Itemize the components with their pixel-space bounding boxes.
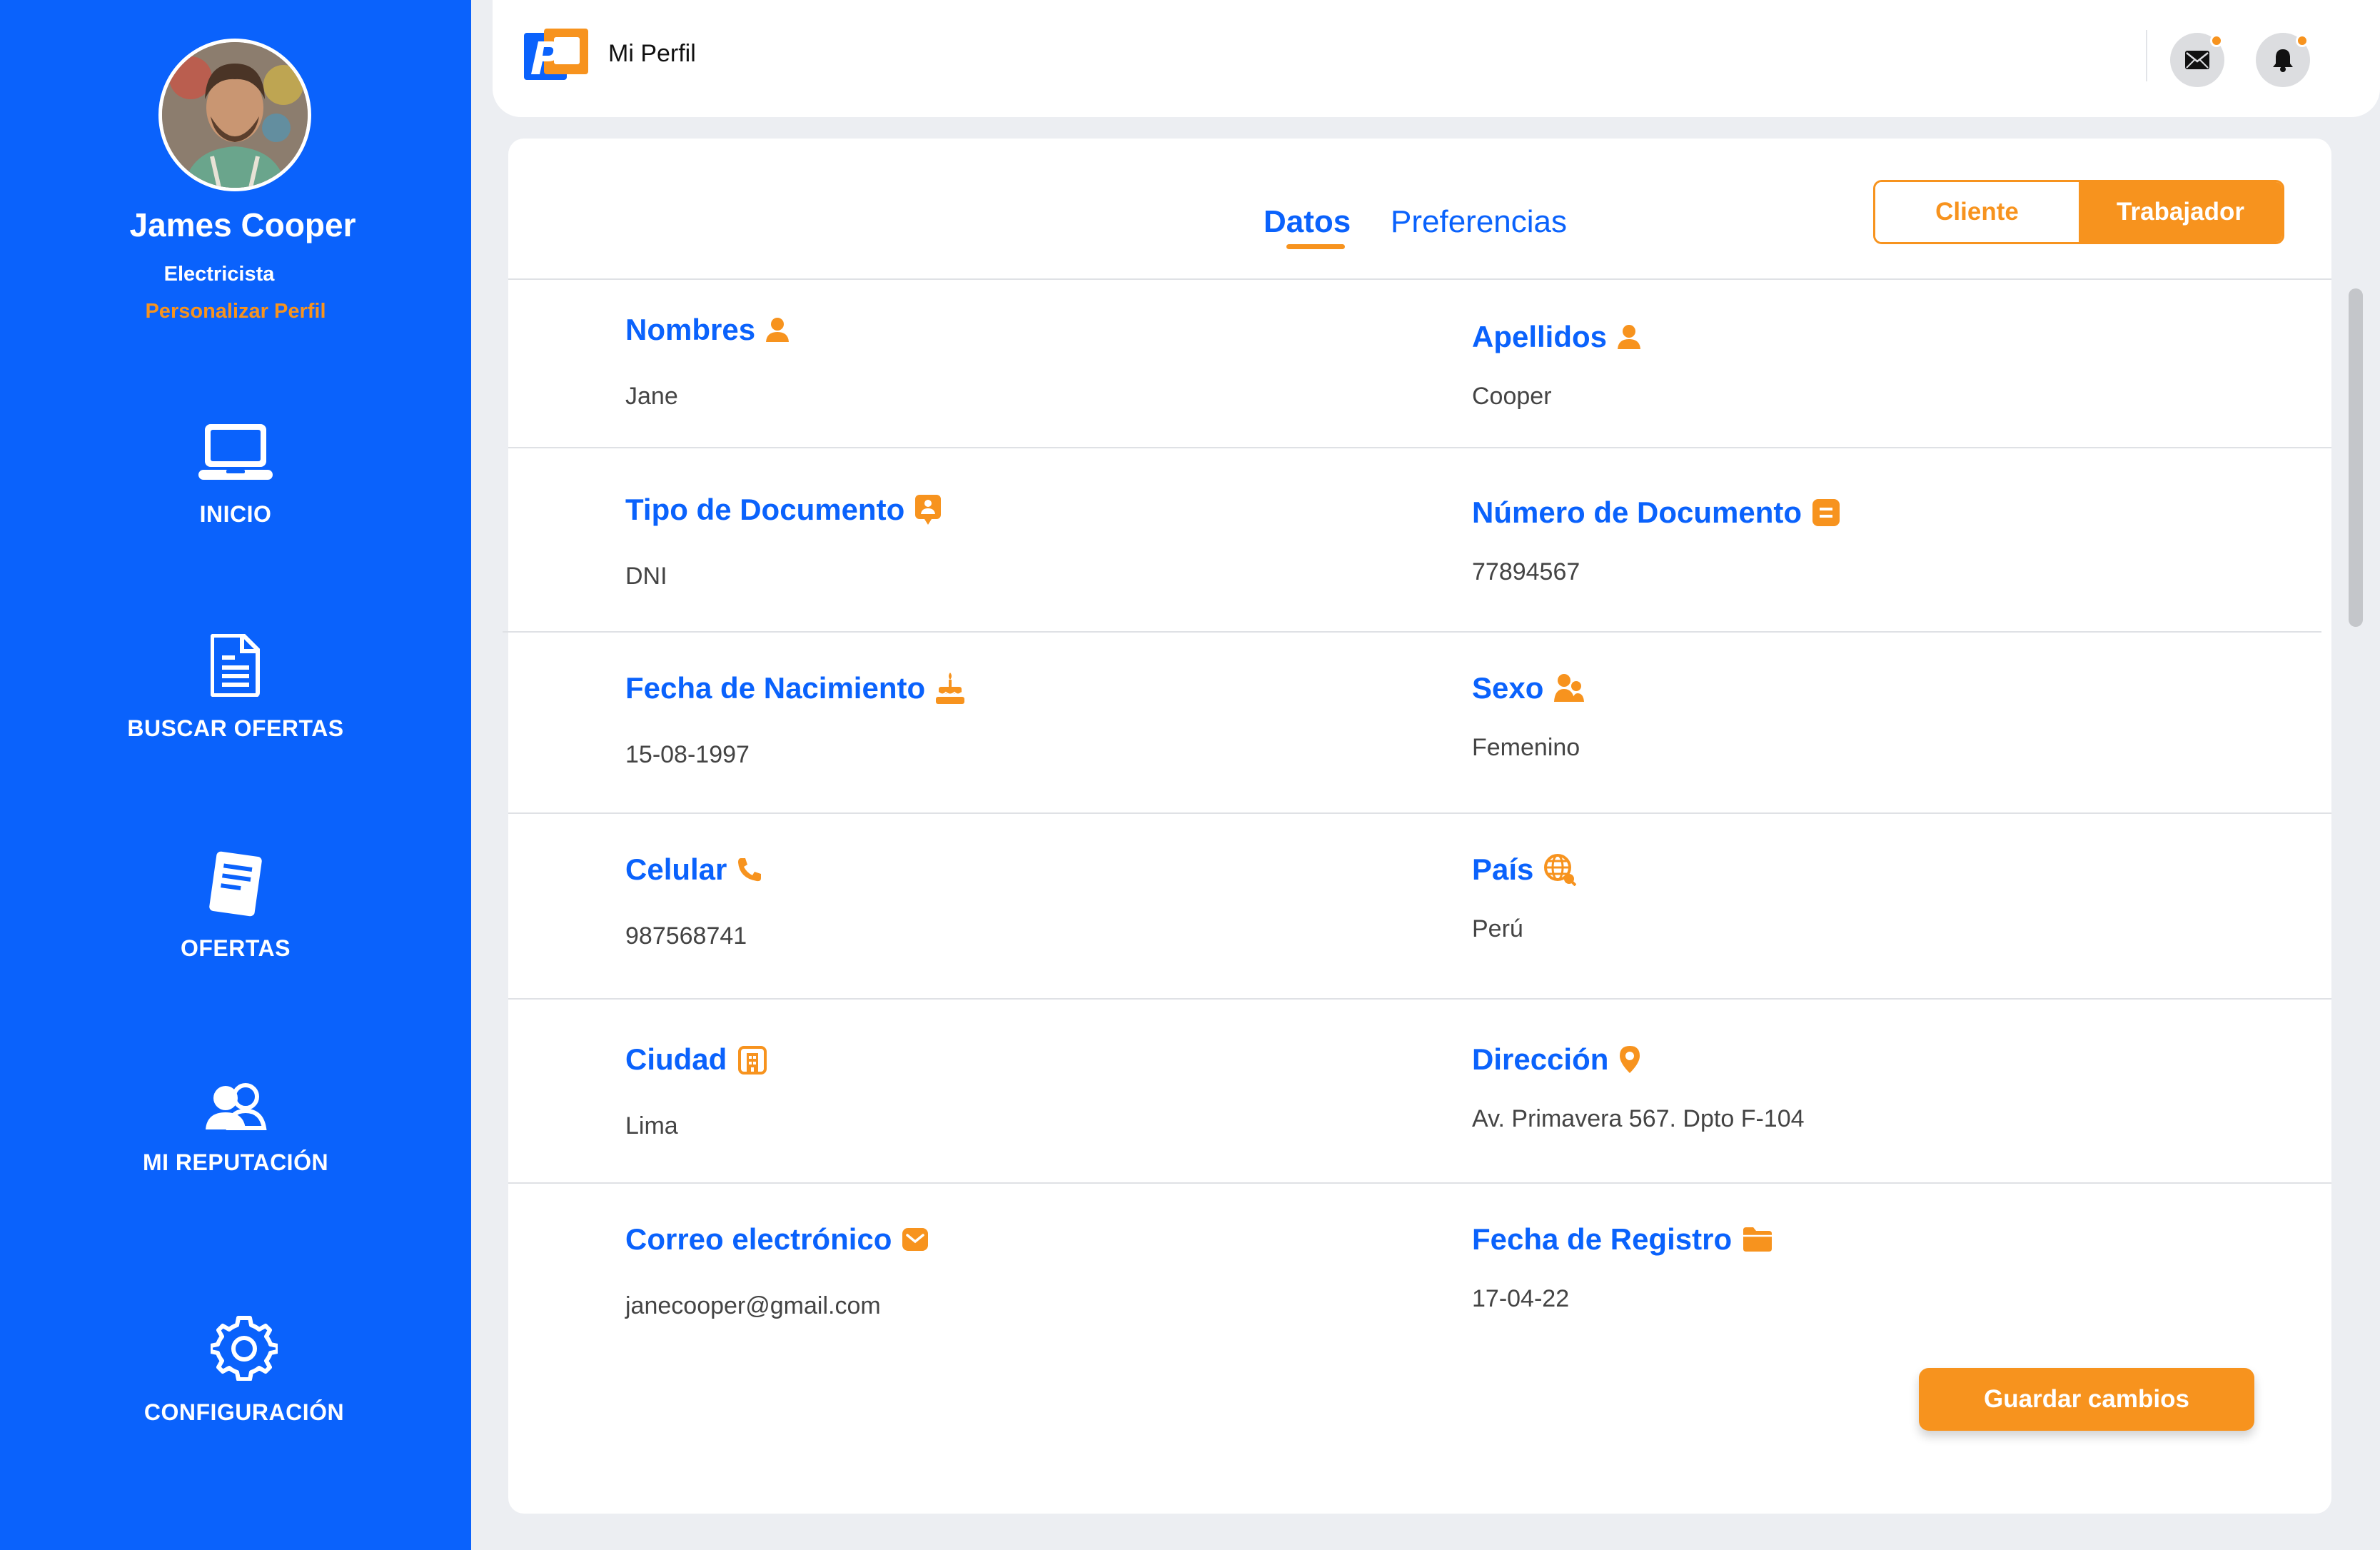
user-icon (1618, 325, 1641, 349)
header-divider (2146, 30, 2147, 81)
field-value: Femenino (1472, 734, 1580, 761)
divider (503, 631, 2321, 633)
notification-dot (2296, 34, 2309, 47)
field-sexo[interactable]: Sexo Femenino (1472, 671, 1585, 762)
save-button[interactable]: Guardar cambios (1919, 1368, 2254, 1431)
active-tab-indicator (1286, 244, 1345, 249)
page-title: Mi Perfil (608, 40, 696, 67)
field-value: Av. Primavera 567. Dpto F-104 (1472, 1105, 1805, 1132)
field-value: Cooper (1472, 383, 1552, 410)
globe-icon (1544, 854, 1577, 886)
field-label: Fecha de Nacimiento (625, 671, 926, 705)
users-icon (206, 1083, 267, 1130)
field-label: Fecha de Registro (1472, 1222, 1733, 1256)
folder-icon (1743, 1227, 1773, 1252)
toggle-cliente[interactable]: Cliente (1875, 182, 2079, 242)
toggle-trabajador[interactable]: Trabajador (2079, 182, 2282, 242)
sidebar-item-configuracion[interactable]: CONFIGURACIÓN (9, 1314, 480, 1426)
field-correo[interactable]: Correo electrónico janecooper@gmail.com (625, 1222, 929, 1320)
field-tipo-documento[interactable]: Tipo de Documento DNI (625, 493, 942, 590)
field-label: Celular (625, 852, 727, 886)
field-ciudad[interactable]: Ciudad Lima (625, 1042, 768, 1140)
divider (508, 1182, 2331, 1184)
field-label: Correo electrónico (625, 1222, 892, 1256)
id-card-icon (915, 495, 942, 525)
field-value: 15-08-1997 (625, 741, 750, 768)
divider (508, 278, 2331, 280)
field-numero-documento[interactable]: Número de Documento 77894567 (1472, 495, 1840, 586)
divider (508, 812, 2331, 814)
cake-icon (936, 673, 965, 704)
field-value: Jane (625, 383, 678, 410)
field-value: Lima (625, 1112, 678, 1139)
divider (508, 998, 2331, 1000)
document-icon (211, 634, 260, 697)
city-icon (738, 1046, 767, 1075)
field-label: Nombres (625, 313, 756, 346)
messages-button[interactable] (2170, 33, 2224, 87)
field-value: janecooper@gmail.com (625, 1292, 881, 1319)
role-toggle: Cliente Trabajador (1873, 180, 2284, 244)
sidebar: James Cooper Electricista Personalizar P… (0, 0, 471, 1550)
laptop-icon (198, 424, 273, 480)
customize-profile-link[interactable]: Personalizar Perfil (0, 300, 471, 323)
field-label: Dirección (1472, 1042, 1609, 1076)
field-label: País (1472, 852, 1534, 886)
note-icon (209, 851, 262, 917)
gear-icon (211, 1316, 278, 1381)
location-pin-icon (1620, 1046, 1640, 1073)
field-label: Ciudad (625, 1042, 727, 1076)
user-name: James Cooper (129, 206, 356, 243)
app-logo[interactable] (523, 27, 591, 81)
sidebar-item-ofertas[interactable]: OFERTAS (0, 851, 471, 962)
top-bar: Mi Perfil (493, 0, 2380, 117)
divider (508, 447, 2331, 448)
field-value: 17-04-22 (1472, 1285, 1570, 1312)
field-label: Tipo de Documento (625, 493, 905, 526)
field-label: Sexo (1472, 671, 1544, 705)
field-direccion[interactable]: Dirección Av. Primavera 567. Dpto F-104 (1472, 1042, 1805, 1133)
sidebar-item-label: OFERTAS (180, 935, 291, 961)
user-role: Electricista (163, 263, 275, 286)
field-value: Perú (1472, 915, 1523, 942)
mail-icon (2185, 51, 2209, 69)
field-nombres[interactable]: Nombres Jane (625, 313, 790, 411)
field-apellidos[interactable]: Apellidos Cooper (1472, 320, 1641, 411)
field-fecha-nacimiento[interactable]: Fecha de Nacimiento 15-08-1997 (625, 671, 965, 769)
scrollbar[interactable] (2349, 288, 2363, 627)
sidebar-item-label: CONFIGURACIÓN (143, 1399, 345, 1425)
tab-preferencias[interactable]: Preferencias (1391, 204, 1567, 240)
profile-card: Datos Preferencias Cliente Trabajador No… (503, 139, 2331, 1514)
field-value: DNI (625, 563, 667, 590)
document-number-icon (1812, 499, 1840, 526)
field-value: 77894567 (1472, 558, 1580, 585)
field-value: 987568741 (625, 922, 747, 950)
sidebar-item-label: INICIO (199, 501, 272, 527)
phone-icon (738, 858, 762, 882)
sidebar-item-mi-reputacion[interactable]: MI REPUTACIÓN (0, 1082, 471, 1176)
user-icon (766, 318, 790, 342)
avatar[interactable] (158, 39, 311, 191)
field-fecha-registro[interactable]: Fecha de Registro 17-04-22 (1472, 1222, 1773, 1313)
notifications-button[interactable] (2256, 33, 2310, 87)
sidebar-item-buscar-ofertas[interactable]: BUSCAR OFERTAS (0, 634, 471, 742)
notification-dot (2210, 34, 2223, 47)
field-celular[interactable]: Celular 987568741 (625, 852, 762, 950)
avatar-image (162, 42, 308, 188)
envelope-icon (902, 1228, 929, 1251)
tab-datos[interactable]: Datos (1264, 204, 1351, 240)
sidebar-item-label: BUSCAR OFERTAS (127, 715, 344, 741)
field-label: Apellidos (1472, 320, 1608, 353)
sidebar-item-inicio[interactable]: INICIO (0, 423, 471, 528)
field-pais[interactable]: País Perú (1472, 852, 1577, 943)
people-icon (1554, 674, 1585, 702)
bell-icon (2273, 49, 2293, 72)
sidebar-item-label: MI REPUTACIÓN (142, 1149, 329, 1175)
field-label: Número de Documento (1472, 495, 1802, 529)
